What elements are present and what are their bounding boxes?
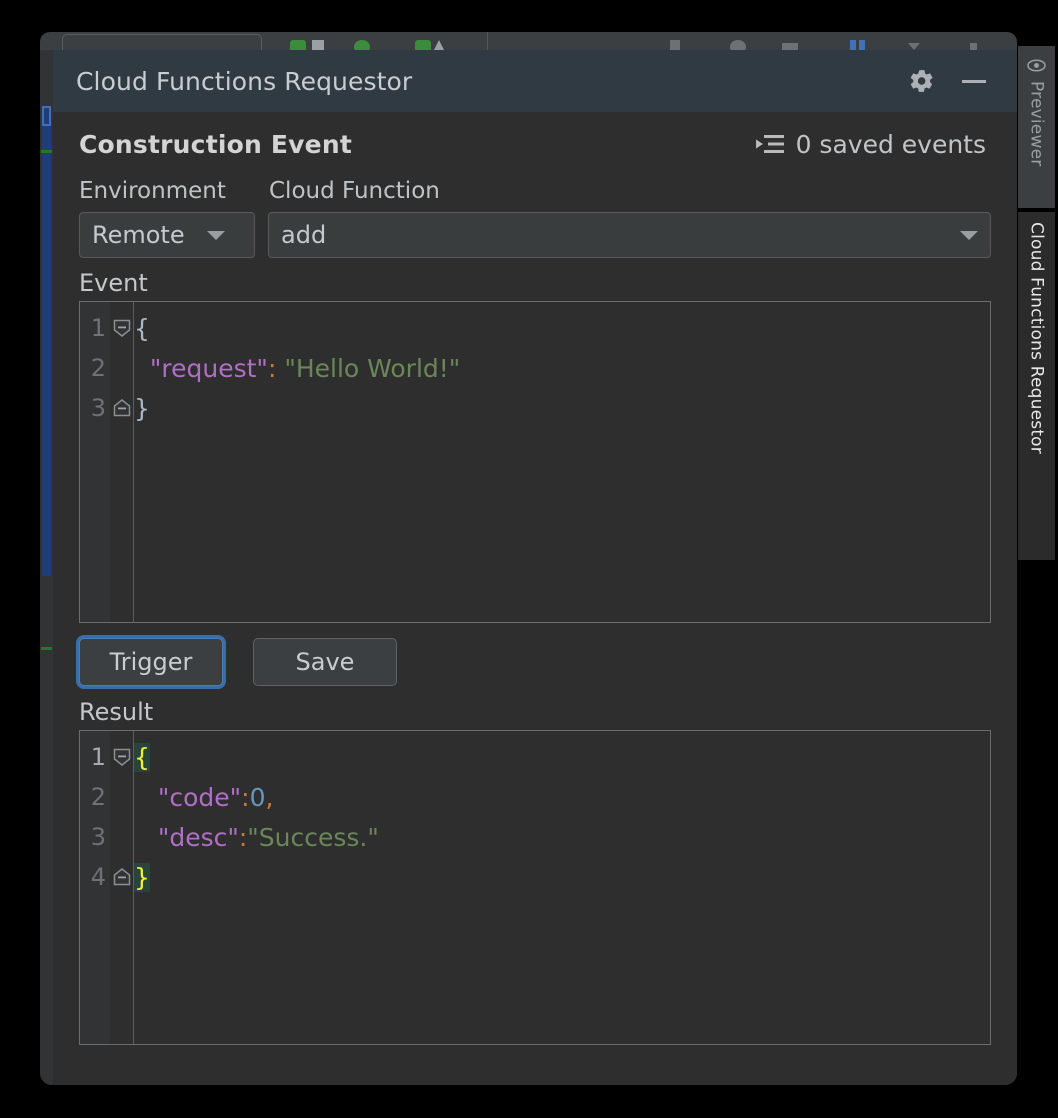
cloud-function-label: Cloud Function	[269, 178, 440, 204]
code-token: :	[241, 782, 250, 812]
code-token: }	[134, 862, 150, 892]
line-number: 4	[90, 863, 106, 891]
line-number: 3	[90, 394, 106, 422]
titlebar-actions	[909, 68, 1017, 94]
toolbar-divider	[487, 32, 488, 50]
event-editor[interactable]: 1{2 "request": "Hello World!" 3}	[79, 301, 991, 623]
code-token: "code"	[134, 782, 242, 812]
code-line: 1{	[80, 308, 990, 348]
code-line: 2 "request": "Hello World!"	[80, 348, 990, 388]
code-line-text: {	[134, 742, 150, 772]
vcs-icon-a[interactable]	[850, 40, 856, 50]
code-token: "desc"	[134, 822, 239, 852]
saved-events-label: 0 saved events	[795, 129, 986, 159]
code-line: 4}	[80, 857, 990, 897]
chevron-down-icon[interactable]	[908, 43, 920, 50]
code-line: 1{	[80, 737, 990, 777]
rail-tab-previewer-label: Previewer	[1026, 81, 1047, 167]
window-title: Cloud Functions Requestor	[76, 66, 413, 96]
code-token: {	[134, 742, 150, 772]
code-line-text: "code":0,	[134, 782, 274, 812]
code-token: {	[134, 313, 150, 343]
scrollbar-thumb[interactable]	[42, 106, 51, 576]
right-tool-rail: Previewer Cloud Functions Requestor	[1018, 36, 1058, 1036]
layout-icon[interactable]	[782, 43, 798, 50]
code-line-text: {	[134, 314, 150, 343]
cloud-function-select[interactable]: add	[268, 212, 991, 258]
coverage-icon[interactable]	[415, 40, 431, 50]
vcs-change-marker	[41, 150, 52, 153]
code-token: }	[134, 393, 150, 423]
rail-tab-previewer[interactable]: Previewer	[1018, 46, 1055, 208]
fold-collapse-end-icon[interactable]	[110, 857, 134, 897]
code-token: "Hello World!"	[276, 353, 461, 383]
chevron-down-icon	[206, 230, 225, 240]
cloud-function-select-value: add	[281, 221, 327, 249]
action-buttons: Trigger Save	[79, 637, 991, 687]
code-token: "request"	[134, 353, 268, 383]
screen: Previewer Cloud Functions Requestor Clou…	[0, 0, 1058, 1118]
result-editor-label: Result	[79, 698, 154, 726]
code-line: 3 "desc":"Success."	[80, 817, 990, 857]
scrollbar-highlight	[42, 106, 51, 126]
vcs-change-marker	[41, 647, 52, 650]
code-line-text: "request": "Hello World!"	[134, 354, 460, 383]
window-titlebar: Cloud Functions Requestor	[53, 50, 1017, 112]
line-number: 1	[90, 314, 106, 342]
selects-row: Remote add	[79, 212, 991, 258]
code-line: 2 "code":0,	[80, 777, 990, 817]
field-labels-row: Environment Cloud Function	[79, 170, 991, 204]
environment-select-value: Remote	[92, 221, 185, 249]
collapse-list-icon	[755, 132, 785, 156]
fold-collapse-start-icon[interactable]	[110, 737, 134, 777]
fold-collapse-start-icon[interactable]	[110, 308, 134, 348]
code-token: ,	[265, 782, 274, 812]
event-editor-label: Event	[79, 269, 148, 297]
environment-select[interactable]: Remote	[79, 212, 255, 258]
code-line-text: }	[134, 394, 150, 423]
line-number: 2	[90, 783, 106, 811]
section-header: Construction Event 0 saved events	[79, 112, 991, 170]
save-button[interactable]: Save	[253, 638, 397, 686]
code-token: "Success."	[247, 822, 379, 852]
run-config-selector[interactable]	[62, 34, 262, 50]
panel-body: Construction Event 0 saved events Enviro…	[53, 112, 1017, 1085]
gear-icon[interactable]	[909, 68, 935, 94]
minimize-icon[interactable]	[959, 68, 989, 94]
editor-marker-strip[interactable]	[40, 50, 53, 1085]
saved-events-control[interactable]: 0 saved events	[755, 130, 991, 159]
vcs-icon-b[interactable]	[859, 40, 865, 50]
trigger-button[interactable]: Trigger	[79, 638, 223, 686]
fold-collapse-end-icon[interactable]	[110, 388, 134, 428]
chevron-down-icon	[960, 230, 978, 240]
settings-icon[interactable]	[730, 40, 746, 50]
event-editor-lines: 1{2 "request": "Hello World!" 3}	[80, 302, 990, 428]
cloud-functions-requestor-window: Cloud Functions Requestor Construction E…	[40, 50, 1017, 1085]
line-number: 1	[90, 743, 106, 771]
code-line: 3}	[80, 388, 990, 428]
ide-toolbar	[40, 32, 1017, 50]
profile-icon[interactable]	[432, 40, 446, 50]
rail-tab-cloud-functions-requestor-label: Cloud Functions Requestor	[1026, 222, 1047, 454]
more-icon[interactable]	[970, 43, 977, 50]
rail-tab-cloud-functions-requestor[interactable]: Cloud Functions Requestor	[1018, 212, 1055, 560]
stop-icon[interactable]	[312, 40, 324, 50]
code-line-text: }	[134, 862, 150, 892]
eye-icon	[1027, 56, 1046, 75]
result-editor-lines: 1{2 "code":0, 3 "desc":"Success." 4}	[80, 731, 990, 897]
line-number: 3	[90, 823, 106, 851]
page-title: Construction Event	[79, 129, 352, 159]
code-token: 0	[249, 782, 266, 812]
code-line-text: "desc":"Success."	[134, 823, 379, 852]
debug-icon[interactable]	[354, 40, 370, 50]
run-icon[interactable]	[290, 40, 306, 50]
line-number: 2	[90, 354, 106, 382]
environment-label: Environment	[79, 178, 226, 204]
search-icon[interactable]	[670, 40, 680, 50]
result-editor[interactable]: 1{2 "code":0, 3 "desc":"Success." 4}	[79, 730, 991, 1045]
